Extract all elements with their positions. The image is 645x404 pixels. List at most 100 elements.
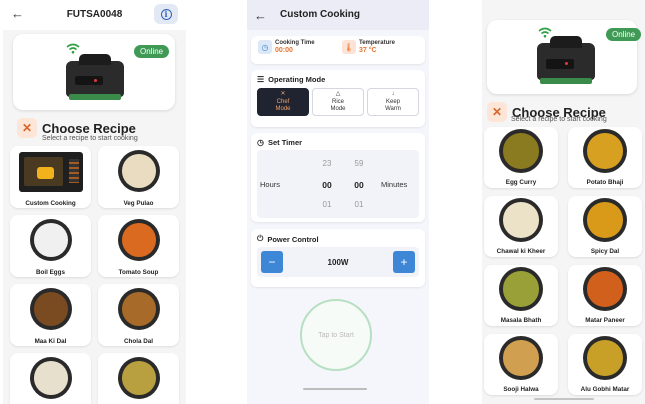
set-timer-title: Set Timer <box>267 138 303 147</box>
recipe-tile[interactable] <box>98 353 179 404</box>
recipe-tile-egg-curry[interactable]: Egg Curry <box>484 127 558 188</box>
dish-image <box>118 357 160 399</box>
rice-mode-button[interactable]: △ Rice Mode <box>312 88 364 116</box>
cooking-time-label: Cooking Time <box>275 40 315 46</box>
mode-label: Rice <box>331 99 344 105</box>
hours-label: Hours <box>260 180 281 189</box>
minutes-label: Minutes <box>381 180 408 189</box>
mode-label: Mode <box>275 106 291 112</box>
thermometer-icon: 🌡 <box>342 40 356 54</box>
power-control-heading: ⏻ Power Control <box>257 234 319 244</box>
recipe-label: Custom Cooking <box>25 200 76 207</box>
operating-mode-card: ☰ Operating Mode ✕ Chef Mode △ Rice Mode… <box>251 70 425 127</box>
dish-image <box>499 267 543 311</box>
dish-image <box>118 150 160 192</box>
recipe-label: Egg Curry <box>505 179 537 186</box>
recipe-label: Chola Dal <box>123 338 154 345</box>
oven-image <box>19 152 83 192</box>
recipe-tile[interactable] <box>10 353 91 404</box>
dish-image <box>118 219 160 261</box>
sliders-icon: ☰ <box>257 75 265 84</box>
dish-image <box>583 267 627 311</box>
status-badge: Online <box>134 45 170 58</box>
increase-power-button[interactable]: + <box>393 251 415 273</box>
keep-warm-button[interactable]: ↓ Keep Warm <box>367 88 419 116</box>
recipe-label: Sooji Halwa <box>503 386 539 393</box>
hours-value[interactable]: 00 <box>319 180 335 190</box>
dish-image <box>118 288 160 330</box>
home-indicator <box>534 398 594 400</box>
recipe-tile-chawal-ki-kheer[interactable]: Chawal ki Kheer <box>484 196 558 257</box>
device-card[interactable]: Online <box>13 34 175 110</box>
recipe-tile-masala-bhath[interactable]: Masala Bhath <box>484 265 558 326</box>
recipe-label: Maa Ki Dal <box>34 338 67 345</box>
mode-label: Chef <box>276 99 290 105</box>
clock-icon: ◷ <box>258 40 272 54</box>
utensils-icon: ✕ <box>487 102 507 122</box>
cooking-time-stat: ◷ Cooking Time 00:00 <box>258 40 315 54</box>
hours-prev: 23 <box>322 159 332 168</box>
recipe-label: Spicy Dal <box>590 248 620 255</box>
info-icon: i <box>160 8 172 20</box>
top-bar: ← Custom Cooking <box>247 0 429 30</box>
recipe-tile-veg-pulao[interactable]: Veg Pulao <box>98 146 179 208</box>
power-stepper: − 100W + <box>257 247 419 277</box>
back-arrow-icon[interactable]: ← <box>254 8 267 24</box>
recipe-tile-alu-gobhi-matar[interactable]: Alu Gobhi Matar <box>568 334 642 395</box>
set-timer-card: ◷ Set Timer 23 59 Hours 00 00 Minutes 01… <box>251 133 425 222</box>
recipe-screen-left: ← FUTSA0048 i Online ✕ Choose Recipe Sel… <box>3 0 186 404</box>
dish-image <box>583 198 627 242</box>
recipe-label: Alu Gobhi Matar <box>580 386 630 393</box>
set-timer-heading: ◷ Set Timer <box>257 138 302 147</box>
dish-image <box>583 129 627 173</box>
status-card: ◷ Cooking Time 00:00 🌡 Temperature 37 °C <box>251 36 425 64</box>
recipe-screen-right: Online ✕ Choose Recipe Select a recipe t… <box>482 0 645 404</box>
recipe-tile-maa-ki-dal[interactable]: Maa Ki Dal <box>10 284 91 346</box>
recipe-tile-sooji-halwa[interactable]: Sooji Halwa <box>484 334 558 395</box>
dish-image <box>583 336 627 380</box>
recipe-tile-boil-eggs[interactable]: Boil Eggs <box>10 215 91 277</box>
device-card[interactable]: Online <box>487 20 642 94</box>
recipe-label: Masala Bhath <box>500 317 542 324</box>
recipe-tile-chola-dal[interactable]: Chola Dal <box>98 284 179 346</box>
recipe-tile-custom-cooking[interactable]: Custom Cooking <box>10 146 91 208</box>
temperature-label: Temperature <box>359 40 395 46</box>
recipe-tile-tomato-soup[interactable]: Tomato Soup <box>98 215 179 277</box>
hours-next: 01 <box>322 200 332 209</box>
utensils-icon: ✕ <box>280 91 286 97</box>
cooker-image <box>66 54 124 100</box>
mode-label: Warm <box>385 106 401 112</box>
dish-image <box>499 198 543 242</box>
start-button[interactable]: Tap to Start <box>300 299 372 371</box>
thermometer-icon: ↓ <box>391 91 395 97</box>
top-bar: ← FUTSA0048 i <box>3 0 186 30</box>
status-badge: Online <box>606 28 642 41</box>
recipe-label: Tomato Soup <box>118 269 159 276</box>
temperature-stat: 🌡 Temperature 37 °C <box>342 40 395 54</box>
power-control-title: Power Control <box>267 234 319 244</box>
minutes-value[interactable]: 00 <box>351 180 367 190</box>
power-control-card: ⏻ Power Control − 100W + <box>251 229 425 287</box>
minutes-prev: 59 <box>354 159 364 168</box>
operating-mode-title: Operating Mode <box>268 75 326 84</box>
recipe-tile-matar-paneer[interactable]: Matar Paneer <box>568 265 642 326</box>
mode-label: Mode <box>330 106 346 112</box>
home-indicator <box>303 388 367 390</box>
utensils-icon: ✕ <box>17 118 37 138</box>
recipe-section-subtitle: Select a recipe to start cooking <box>42 135 138 142</box>
power-icon: ⏻ <box>257 234 264 243</box>
recipe-tile-potato-bhaji[interactable]: Potato Bhaji <box>568 127 642 188</box>
recipe-tile-spicy-dal[interactable]: Spicy Dal <box>568 196 642 257</box>
recipe-section-title: Choose Recipe <box>42 120 136 136</box>
timer-picker[interactable]: 23 59 Hours 00 00 Minutes 01 01 <box>257 150 419 218</box>
wifi-icon <box>66 43 80 54</box>
page-title: Custom Cooking <box>280 9 360 20</box>
recipe-section-subtitle: Select a recipe to start cooking <box>511 116 607 123</box>
chef-mode-button[interactable]: ✕ Chef Mode <box>257 88 309 116</box>
dish-image <box>30 357 72 399</box>
recipe-label: Potato Bhaji <box>586 179 624 186</box>
operating-mode-heading: ☰ Operating Mode <box>257 75 325 84</box>
info-button[interactable]: i <box>154 4 178 24</box>
cooking-time-value: 00:00 <box>275 47 293 54</box>
recipe-label: Veg Pulao <box>123 200 154 207</box>
